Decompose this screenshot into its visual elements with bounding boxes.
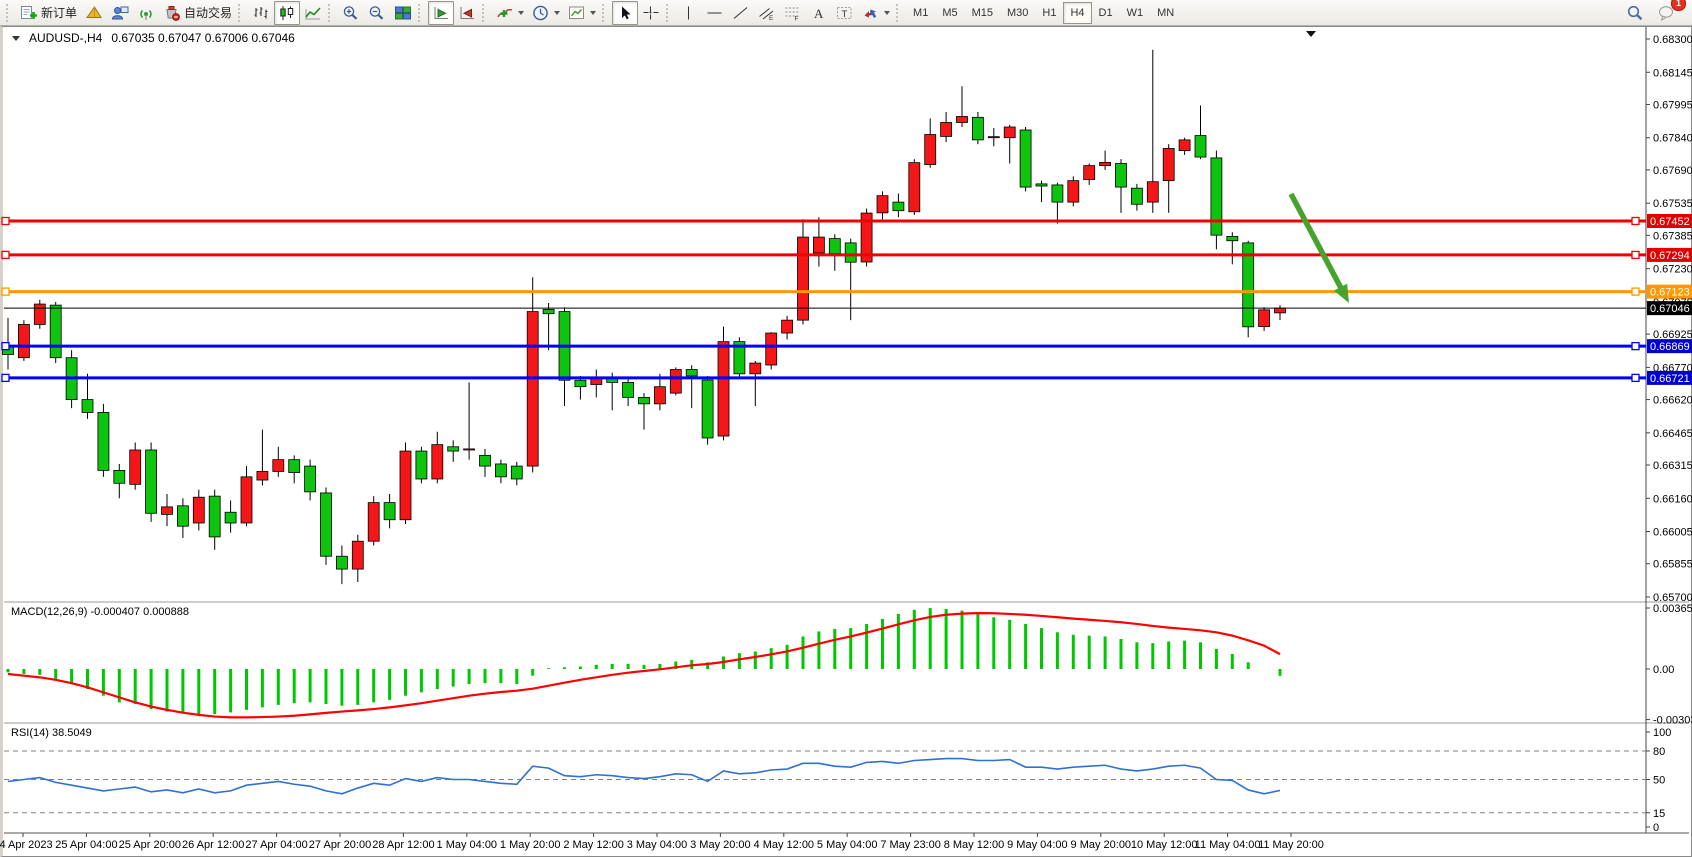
svg-text:0.67535: 0.67535 bbox=[1653, 198, 1692, 210]
svg-text:0.67995: 0.67995 bbox=[1653, 99, 1692, 111]
svg-text:25 Apr 04:00: 25 Apr 04:00 bbox=[55, 839, 117, 851]
svg-text:0.67230: 0.67230 bbox=[1653, 264, 1692, 276]
svg-text:0.66721: 0.66721 bbox=[1650, 373, 1690, 385]
svg-text:0.67452: 0.67452 bbox=[1650, 216, 1690, 228]
svg-text:0.003655: 0.003655 bbox=[1653, 603, 1692, 615]
svg-text:80: 80 bbox=[1653, 746, 1665, 758]
time-axis[interactable]: 24 Apr 202325 Apr 04:0025 Apr 20:0026 Ap… bbox=[0, 833, 1324, 851]
svg-text:25 Apr 20:00: 25 Apr 20:00 bbox=[119, 839, 181, 851]
svg-text:26 Apr 12:00: 26 Apr 12:00 bbox=[182, 839, 244, 851]
svg-text:0.67840: 0.67840 bbox=[1653, 133, 1692, 145]
svg-text:0.66869: 0.66869 bbox=[1650, 341, 1690, 353]
svg-text:5 May 04:00: 5 May 04:00 bbox=[817, 839, 878, 851]
svg-text:0.66160: 0.66160 bbox=[1653, 493, 1692, 505]
ohlc-values: 0.67035 0.67047 0.67006 0.67046 bbox=[111, 31, 295, 45]
svg-text:8 May 12:00: 8 May 12:00 bbox=[944, 839, 1005, 851]
macd-indicator-label: MACD(12,26,9) -0.000407 0.000888 bbox=[11, 606, 189, 618]
candlestick-series bbox=[3, 50, 1286, 584]
svg-text:10 May 12:00: 10 May 12:00 bbox=[1131, 839, 1198, 851]
trend-arrow-annotation[interactable] bbox=[1291, 194, 1349, 303]
chart-canvas[interactable]: 0.68300 0.68145 0.67995 0.67840 0.67690 0.675… bbox=[0, 0, 1692, 857]
svg-text:1 May 20:00: 1 May 20:00 bbox=[500, 839, 561, 851]
svg-text:0.68300: 0.68300 bbox=[1653, 34, 1692, 46]
svg-text:0.00: 0.00 bbox=[1653, 664, 1674, 676]
svg-text:24 Apr 2023: 24 Apr 2023 bbox=[0, 839, 53, 851]
svg-text:7 May 23:00: 7 May 23:00 bbox=[880, 839, 941, 851]
svg-text:3 May 04:00: 3 May 04:00 bbox=[627, 839, 688, 851]
svg-text:0.66005: 0.66005 bbox=[1653, 527, 1692, 539]
svg-text:11 May 20:00: 11 May 20:00 bbox=[1258, 839, 1324, 851]
svg-text:0.67385: 0.67385 bbox=[1653, 230, 1692, 242]
svg-text:0.66620: 0.66620 bbox=[1653, 395, 1692, 407]
svg-text:9 May 20:00: 9 May 20:00 bbox=[1071, 839, 1132, 851]
rsi-line bbox=[8, 759, 1280, 794]
svg-text:0.66315: 0.66315 bbox=[1653, 460, 1692, 472]
svg-text:3 May 20:00: 3 May 20:00 bbox=[690, 839, 751, 851]
rsi-indicator-label: RSI(14) 38.5049 bbox=[11, 727, 92, 739]
svg-text:2 May 12:00: 2 May 12:00 bbox=[563, 839, 624, 851]
svg-text:28 Apr 12:00: 28 Apr 12:00 bbox=[372, 839, 434, 851]
window-menu-icon[interactable] bbox=[1306, 31, 1316, 37]
svg-text:4 May 12:00: 4 May 12:00 bbox=[754, 839, 815, 851]
svg-text:0.66465: 0.66465 bbox=[1653, 428, 1692, 440]
rsi-panel[interactable]: 100 80 50 15 0 bbox=[4, 727, 1671, 834]
svg-text:11 May 04:00: 11 May 04:00 bbox=[1195, 839, 1261, 851]
svg-text:0: 0 bbox=[1653, 822, 1659, 834]
svg-text:0.68145: 0.68145 bbox=[1653, 67, 1692, 79]
svg-text:0.67690: 0.67690 bbox=[1653, 165, 1692, 177]
svg-text:50: 50 bbox=[1653, 775, 1665, 787]
svg-text:1 May 04:00: 1 May 04:00 bbox=[437, 839, 498, 851]
svg-text:0.67046: 0.67046 bbox=[1650, 303, 1690, 315]
symbol-period-label: AUDUSD-,H4 bbox=[29, 31, 102, 45]
mt4-application: 新订单自动交易EFATM1M5M15M30H1H4D1W1MN1 0.68300… bbox=[0, 0, 1692, 857]
svg-text:15: 15 bbox=[1653, 808, 1665, 820]
svg-text:0.67123: 0.67123 bbox=[1650, 287, 1690, 299]
svg-text:9 May 04:00: 9 May 04:00 bbox=[1007, 839, 1068, 851]
svg-text:0.67294: 0.67294 bbox=[1650, 250, 1690, 262]
chart-title: AUDUSD-,H4 0.67035 0.67047 0.67006 0.670… bbox=[12, 31, 295, 45]
svg-text:-0.00303: -0.00303 bbox=[1653, 715, 1692, 727]
svg-text:100: 100 bbox=[1653, 727, 1671, 739]
svg-text:0.65855: 0.65855 bbox=[1653, 559, 1692, 571]
macd-panel[interactable]: 0.003655 0.00 -0.00303 bbox=[8, 603, 1692, 727]
svg-text:27 Apr 20:00: 27 Apr 20:00 bbox=[309, 839, 371, 851]
svg-text:27 Apr 04:00: 27 Apr 04:00 bbox=[245, 839, 307, 851]
price-axis[interactable]: 0.68300 0.68145 0.67995 0.67840 0.67690 0.675… bbox=[1646, 34, 1692, 604]
chevron-down-icon[interactable] bbox=[12, 36, 20, 41]
